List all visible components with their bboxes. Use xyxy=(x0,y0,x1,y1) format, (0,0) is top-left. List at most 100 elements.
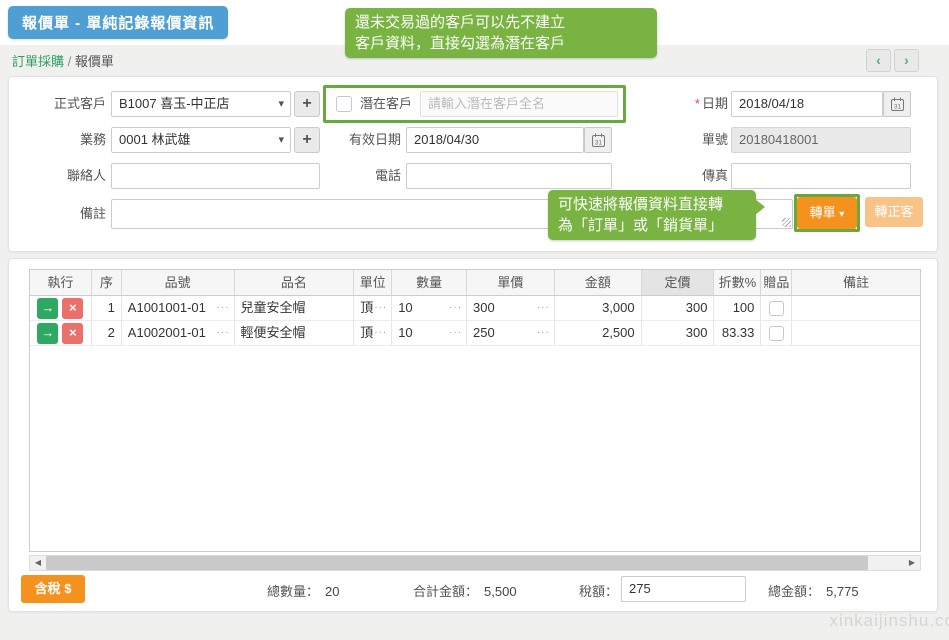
date-value: 2018/04/18 xyxy=(739,96,804,111)
sales-label: 業務 xyxy=(9,127,106,153)
gift-checkbox[interactable] xyxy=(769,326,784,341)
tooltip-line: 可快速將報價資料直接轉 xyxy=(558,194,746,215)
add-customer-button[interactable]: + xyxy=(294,91,320,117)
item-no-cell[interactable]: A1001001-01 ··· xyxy=(122,296,235,321)
qty-value: 10 xyxy=(398,325,412,340)
note-label: 備註 xyxy=(9,201,106,227)
discount-cell: 83.33 xyxy=(714,321,761,346)
more-icon[interactable]: ··· xyxy=(374,321,387,345)
item-name-cell[interactable]: 兒童安全帽 xyxy=(235,296,355,321)
prev-page-button[interactable]: ‹ xyxy=(866,49,891,72)
item-no-cell[interactable]: A1002001-01 ··· xyxy=(122,321,235,346)
more-icon[interactable]: ··· xyxy=(537,321,550,345)
table-row: → × 2 A1002001-01 ··· 輕便安全帽 頂 ··· 10 ··· xyxy=(30,321,920,346)
quotation-form-panel: 正式客戶 B1007 喜玉-中正店 ▾ + 潛在客戶 請輸入潛在客戶全名 *日期… xyxy=(8,76,938,252)
tooltip-line: 還未交易過的客戶可以先不建立 xyxy=(355,12,647,33)
col-header-action: 執行 xyxy=(30,270,92,296)
more-icon[interactable]: ··· xyxy=(449,296,462,320)
items-grid: 執行 序 品號 品名 單位 數量 單價 金額 定價 折數% 贈品 備註 → × … xyxy=(29,269,921,552)
fax-input[interactable] xyxy=(731,163,911,189)
price-cell[interactable]: 250 ··· xyxy=(467,321,555,346)
scroll-right-icon[interactable]: ▶ xyxy=(904,556,920,570)
tax-input[interactable]: 275 xyxy=(621,576,746,602)
col-header-name: 品名 xyxy=(235,270,355,296)
total-qty-label: 總數量： xyxy=(267,584,319,599)
scroll-left-icon[interactable]: ◀ xyxy=(30,556,46,570)
more-icon[interactable]: ··· xyxy=(217,296,230,320)
fax-label: 傳真 xyxy=(629,163,728,189)
row-delete-button[interactable]: × xyxy=(62,323,83,344)
contact-input[interactable] xyxy=(111,163,320,189)
col-header-seq: 序 xyxy=(92,270,122,296)
price-cell[interactable]: 300 ··· xyxy=(467,296,555,321)
row-transfer-button[interactable]: → xyxy=(37,323,58,344)
tax-label: 稅額： xyxy=(579,581,618,600)
breadcrumb-section[interactable]: 訂單採購 xyxy=(12,54,64,69)
more-icon[interactable]: ··· xyxy=(217,321,230,345)
row-transfer-button[interactable]: → xyxy=(37,298,58,319)
date-calendar-button[interactable]: 31 xyxy=(883,91,911,117)
tax-mode-label: 含稅 $ xyxy=(35,581,72,596)
valid-date-calendar-button[interactable]: 31 xyxy=(584,127,612,153)
potential-customer-input[interactable]: 請輸入潛在客戶全名 xyxy=(420,91,618,117)
sales-select[interactable]: 0001 林武雄 ▾ xyxy=(111,127,291,153)
note-cell[interactable] xyxy=(792,296,920,321)
svg-text:31: 31 xyxy=(893,103,901,110)
potential-customer-placeholder: 請輸入潛在客戶全名 xyxy=(428,96,545,111)
next-page-button[interactable]: › xyxy=(894,49,919,72)
transfer-order-button[interactable]: 轉單 ▾ xyxy=(797,197,857,229)
table-header-row: 執行 序 品號 品名 單位 數量 單價 金額 定價 折數% 贈品 備註 xyxy=(30,270,920,296)
col-header-list-price: 定價 xyxy=(642,270,715,296)
valid-date-label: 有效日期 xyxy=(309,127,401,153)
date-label: *日期 xyxy=(629,91,728,117)
tooltip-arrow-icon xyxy=(755,199,765,215)
resize-grip-icon[interactable] xyxy=(782,218,791,227)
tax-mode-button[interactable]: 含稅 $ xyxy=(21,575,85,603)
more-icon[interactable]: ··· xyxy=(449,321,462,345)
item-no-value: A1002001-01 xyxy=(128,325,206,340)
convert-customer-button[interactable]: 轉正客 xyxy=(865,197,923,227)
more-icon[interactable]: ··· xyxy=(537,296,550,320)
col-header-item-no: 品號 xyxy=(122,270,235,296)
tooltip-transfer: 可快速將報價資料直接轉 為「訂單」或「銷貨單」 xyxy=(548,190,756,240)
unit-cell[interactable]: 頂 ··· xyxy=(354,296,392,321)
col-header-gift: 贈品 xyxy=(761,270,792,296)
gift-checkbox[interactable] xyxy=(769,301,784,316)
empty-grid-area xyxy=(30,346,920,551)
breadcrumb-current: 報價單 xyxy=(75,54,114,69)
quotation-page: 報價單 - 單純記錄報價資訊 還未交易過的客戶可以先不建立 客戶資料，直接勾選為… xyxy=(0,0,949,640)
date-input[interactable]: 2018/04/18 xyxy=(731,91,883,117)
chevron-down-icon: ▾ xyxy=(278,92,284,116)
row-delete-button[interactable]: × xyxy=(62,298,83,319)
doc-no-field: 20180418001 xyxy=(731,127,911,153)
grand-total-value: 5,775 xyxy=(826,584,859,599)
qty-cell[interactable]: 10 ··· xyxy=(392,321,467,346)
unit-cell[interactable]: 頂 ··· xyxy=(354,321,392,346)
phone-input[interactable] xyxy=(406,163,612,189)
total-qty: 總數量： 20 xyxy=(267,581,339,600)
total-qty-value: 20 xyxy=(325,584,339,599)
potential-customer-checkbox[interactable] xyxy=(336,96,352,112)
scrollbar-thumb[interactable] xyxy=(46,556,868,570)
grand-total: 總金額：5,775 xyxy=(768,581,859,600)
chevron-down-icon: ▾ xyxy=(278,128,284,152)
unit-value: 頂 xyxy=(360,300,373,315)
horizontal-scrollbar[interactable]: ◀ ▶ xyxy=(29,555,921,571)
close-icon: × xyxy=(69,325,77,340)
close-icon: × xyxy=(69,300,77,315)
customer-select-value: B1007 喜玉-中正店 xyxy=(119,96,230,111)
item-name-cell[interactable]: 輕便安全帽 xyxy=(235,321,355,346)
note-cell[interactable] xyxy=(792,321,920,346)
price-value: 300 xyxy=(473,300,495,315)
amount-cell: 2,500 xyxy=(555,321,642,346)
action-cell: → × xyxy=(30,321,92,346)
valid-date-input[interactable]: 2018/04/30 xyxy=(406,127,584,153)
action-cell: → × xyxy=(30,296,92,321)
col-header-qty: 數量 xyxy=(392,270,467,296)
gift-cell xyxy=(761,296,792,321)
more-icon[interactable]: ··· xyxy=(374,296,387,320)
customer-select[interactable]: B1007 喜玉-中正店 ▾ xyxy=(111,91,291,117)
subtotal-label: 合計金額： xyxy=(413,584,478,599)
item-no-value: A1001001-01 xyxy=(128,300,206,315)
qty-cell[interactable]: 10 ··· xyxy=(392,296,467,321)
